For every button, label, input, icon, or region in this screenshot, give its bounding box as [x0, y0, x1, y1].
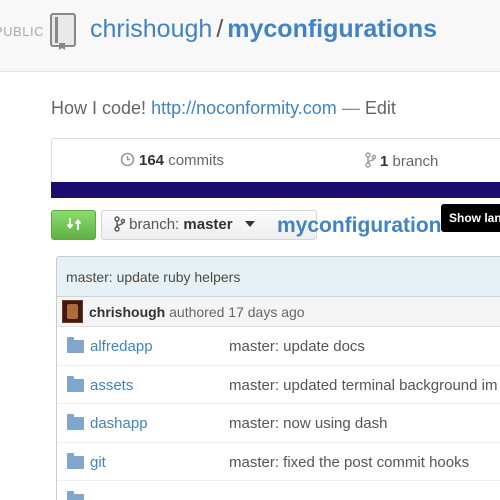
visibility-label: PUBLIC [0, 24, 44, 39]
file-commit-message[interactable]: master: fixed the post commit hooks [229, 454, 469, 471]
compare-button[interactable] [51, 210, 96, 240]
file-navigation: branch: master myconfigurations / + [51, 209, 500, 241]
breadcrumb-root[interactable]: myconfigurations [277, 214, 453, 238]
description-text: How I code! [51, 98, 147, 118]
commits-label: commits [168, 152, 225, 169]
folder-icon [67, 375, 84, 392]
compare-arrows-icon [66, 216, 82, 233]
branches-count: 1 [380, 153, 389, 170]
language-bar[interactable] [51, 182, 500, 198]
branch-prefix: branch: [129, 216, 180, 233]
branch-name: master [183, 216, 233, 233]
table-row [57, 481, 500, 500]
title-separator: / [216, 15, 224, 43]
commits-count: 164 [139, 152, 165, 169]
repo-link[interactable]: myconfigurations [227, 15, 437, 43]
folder-icon [67, 491, 84, 500]
table-row: assets master: updated terminal backgrou… [57, 366, 500, 404]
file-commit-message[interactable]: master: now using dash [229, 415, 387, 432]
file-name-link[interactable]: assets [90, 377, 133, 394]
folder-icon [67, 414, 84, 430]
tooltip: Show lang [441, 204, 500, 232]
file-browser: master: update ruby helpers chrishough a… [56, 256, 500, 500]
history-icon [120, 152, 135, 171]
commit-author[interactable]: chrishough [89, 304, 165, 320]
commit-time: authored 17 days ago [169, 304, 305, 320]
file-commit-message[interactable]: master: updated terminal background im [229, 377, 497, 394]
file-commit-message[interactable]: master: update docs [229, 338, 365, 355]
file-name-link[interactable]: alfredapp [90, 338, 153, 355]
file-name-link[interactable]: dashapp [90, 415, 148, 432]
book-icon [50, 13, 78, 56]
file-name-link[interactable]: git [90, 454, 106, 471]
owner-link[interactable]: chrishough [90, 15, 212, 43]
branches-stat[interactable]: 1 branch [365, 152, 438, 172]
folder-icon [67, 337, 84, 353]
table-row: git master: fixed the post commit hooks [57, 443, 500, 481]
repo-description: How I code! http://noconformity.com — Ed… [51, 98, 396, 119]
repo-header: PUBLIC chrishough/myconfigurations [0, 0, 500, 72]
folder-icon [67, 452, 84, 469]
table-row: alfredapp master: update docs [57, 327, 500, 366]
commit-meta: chrishough authored 17 days ago [57, 297, 500, 327]
homepage-link[interactable]: http://noconformity.com [151, 98, 337, 118]
commits-stat[interactable]: 164 commits [120, 152, 224, 171]
branch-icon [114, 216, 129, 233]
repo-title: chrishough / myconfigurations [90, 15, 437, 44]
branch-icon [365, 152, 377, 172]
chevron-down-icon [244, 221, 255, 227]
latest-commit-message[interactable]: master: update ruby helpers [57, 257, 500, 297]
edit-description-link[interactable]: Edit [365, 98, 396, 118]
table-row: dashapp master: now using dash [57, 404, 500, 443]
avatar[interactable] [62, 300, 83, 323]
branches-label: branch [392, 153, 439, 170]
description-dash: — [341, 98, 360, 118]
